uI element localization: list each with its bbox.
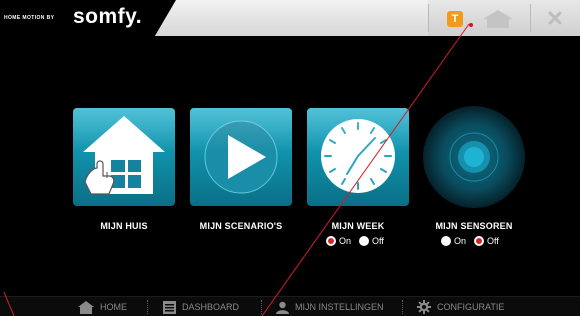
- cursor-dot: [469, 23, 473, 27]
- week-off-radio[interactable]: Off: [359, 236, 384, 246]
- radio-dot-selected: [474, 236, 485, 246]
- nav-mijn-instellingen[interactable]: MIJN INSTELLINGEN: [276, 297, 384, 316]
- nav-dashboard-label: DASHBOARD: [182, 302, 240, 312]
- sensor-off-radio[interactable]: Off: [474, 236, 499, 246]
- tile-mijn-sensoren[interactable]: [423, 106, 525, 208]
- close-icon[interactable]: [547, 10, 563, 26]
- brand-area: HOME MOTION BY somfy.: [0, 0, 176, 36]
- top-bar-spacer: [176, 0, 428, 36]
- gear-icon: [417, 300, 431, 314]
- nav-divider: [261, 300, 262, 314]
- home-icon: [78, 300, 94, 314]
- user-icon: [276, 301, 289, 314]
- home-icon[interactable]: [482, 9, 514, 29]
- sensor-off-label: Off: [487, 236, 499, 246]
- bottom-nav: HOME DASHBOARD MIJN INSTELLINGEN CONFIGU…: [0, 296, 580, 316]
- tile-mijn-scenarios[interactable]: [190, 108, 292, 206]
- sensor-glow-icon: [449, 132, 499, 182]
- week-off-label: Off: [372, 236, 384, 246]
- clock-icon: [321, 119, 395, 193]
- tile-label-mijn-week: MIJN WEEK: [331, 221, 385, 231]
- dashboard-icon: [163, 300, 176, 314]
- brand-logo: somfy.: [73, 5, 143, 28]
- nav-configuratie[interactable]: CONFIGURATIE: [417, 297, 504, 316]
- radio-dot: [441, 236, 451, 246]
- house-hand-icon: [83, 116, 165, 195]
- tile-mijn-huis[interactable]: [73, 108, 175, 206]
- week-on-radio[interactable]: On: [326, 236, 351, 246]
- tile-mijn-week[interactable]: [307, 108, 409, 206]
- tile-label-mijn-huis: MIJN HUIS: [100, 221, 148, 231]
- tile-label-mijn-sensoren: MIJN SENSOREN: [435, 221, 513, 231]
- nav-mijn-instellingen-label: MIJN INSTELLINGEN: [295, 302, 384, 312]
- divider: [428, 4, 429, 32]
- nav-divider: [402, 300, 403, 314]
- nav-divider: [147, 300, 148, 314]
- week-toggle: On Off: [326, 236, 384, 246]
- nav-home-label: HOME: [100, 302, 127, 312]
- notification-badge[interactable]: T: [447, 11, 463, 27]
- play-icon: [204, 120, 278, 194]
- divider: [530, 4, 531, 32]
- brand-tagline: HOME MOTION BY: [4, 15, 55, 21]
- tile-label-mijn-scenarios: MIJN SCENARIO'S: [199, 221, 283, 231]
- radio-dot: [359, 236, 370, 246]
- nav-dashboard[interactable]: DASHBOARD: [163, 297, 239, 316]
- nav-home[interactable]: HOME: [78, 297, 127, 316]
- sensor-on-label: On: [454, 236, 467, 246]
- sensor-toggle: On Off: [441, 236, 499, 246]
- week-on-label: On: [339, 236, 352, 246]
- sensor-on-radio[interactable]: On: [441, 236, 466, 246]
- radio-dot-selected: [326, 236, 336, 246]
- top-bar: HOME MOTION BY somfy. T: [0, 0, 580, 36]
- nav-configuratie-label: CONFIGURATIE: [437, 302, 505, 312]
